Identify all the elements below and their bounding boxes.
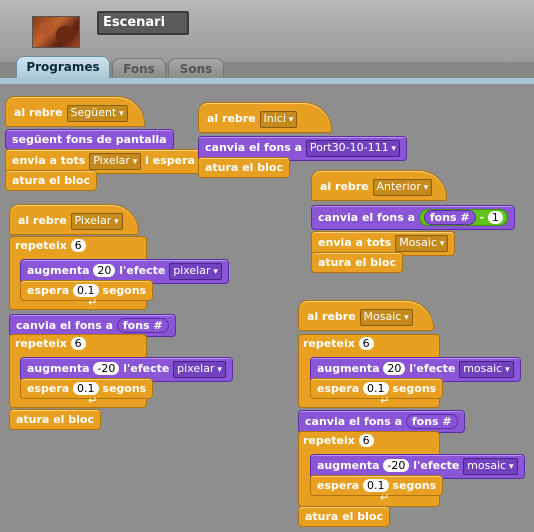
block-label: repeteix [15,239,67,252]
hat-label: al rebre [207,112,256,125]
wait-block[interactable]: espera 0.1 segons [20,280,154,301]
number-input[interactable]: -20 [93,362,120,375]
repeat-count-input[interactable]: 6 [358,337,374,350]
repeat-count-input[interactable]: 6 [70,239,86,252]
block-label: segons [392,382,437,395]
background-dropdown[interactable]: Port30-10-111 [305,140,400,157]
tab-bar: Programes Fons Sons [0,56,534,81]
hat-label: al rebre [14,106,63,119]
block-label: atura el bloc [16,413,94,426]
block-label: segons [392,479,437,492]
block-label: atura el bloc [305,510,383,523]
effect-dropdown[interactable]: pixelar [169,263,222,280]
switch-background-block[interactable]: canvia el fons a fons # [298,410,465,433]
when-receive-hat[interactable]: al rebre Pixelar [9,204,139,235]
repeat-count-input[interactable]: 6 [70,337,86,350]
block-label: envia a tots [12,154,86,167]
block-label: següent fons de pantalla [12,133,167,146]
block-label: espera [317,479,360,492]
message-dropdown[interactable]: Següent [66,105,128,122]
background-number-reporter[interactable]: fons # [405,414,458,429]
when-receive-hat[interactable]: al rebre Mosaic [298,300,434,331]
stop-script-block[interactable]: atura el bloc [9,409,101,430]
background-number-reporter[interactable]: fons # [423,210,476,225]
block-label: augmenta [27,264,90,277]
block-label: canvia el fons a [318,211,416,224]
tab-sounds[interactable]: Sons [168,58,224,79]
message-dropdown[interactable]: Pixelar [70,213,123,230]
next-background-block[interactable]: següent fons de pantalla [5,129,174,150]
repeat-header: repeteix 6 [303,434,374,447]
message-dropdown[interactable]: Mosaic [395,235,449,252]
block-label: segons [102,382,147,395]
loop-arrow-icon: ↵ [380,394,390,407]
message-dropdown[interactable]: Anterior [372,179,433,196]
number-input[interactable]: -20 [383,459,410,472]
block-label: repeteix [303,337,355,350]
message-dropdown[interactable]: Mosaic [359,309,413,326]
number-input[interactable]: 20 [383,362,406,375]
block-label: augmenta [317,459,380,472]
wait-block[interactable]: espera 0.1 segons [20,378,154,399]
repeat-header: repeteix 6 [15,337,86,350]
sprite-name-field[interactable]: Escenari [97,11,189,35]
hat-label: al rebre [307,310,356,323]
block-label: l'efecte [119,264,166,277]
effect-dropdown[interactable]: mosaic [463,458,518,475]
when-receive-hat[interactable]: al rebre Inici [198,102,332,133]
switch-background-block[interactable]: canvia el fons a fons # - 1 [311,205,515,230]
block-label: envia a tots [318,236,392,249]
loop-arrow-icon: ↵ [88,394,98,407]
operator-symbol: - [479,211,485,224]
stop-script-block[interactable]: atura el bloc [198,157,290,178]
block-label: canvia el fons a [16,319,114,332]
block-label: augmenta [317,362,380,375]
block-label: atura el bloc [205,161,283,174]
number-input[interactable]: 20 [93,264,116,277]
block-label: l'efecte [123,362,170,375]
block-label: l'efecte [413,459,460,472]
loop-arrow-icon: ↵ [88,296,98,309]
wait-block[interactable]: espera 0.1 segons [310,475,444,496]
block-label: segons [102,284,147,297]
block-label: augmenta [27,362,90,375]
message-dropdown[interactable]: Inici [259,111,298,128]
scripts-area[interactable]: al rebre Següent següent fons de pantall… [0,84,534,532]
block-label: espera [27,382,70,395]
number-input[interactable]: 1 [487,211,503,224]
loop-arrow-icon: ↵ [380,491,390,504]
tab-backgrounds[interactable]: Fons [112,58,166,79]
when-receive-hat[interactable]: al rebre Anterior [311,170,447,201]
block-label: atura el bloc [318,256,396,269]
stop-script-block[interactable]: atura el bloc [298,506,390,527]
block-label: atura el bloc [12,174,90,187]
background-number-reporter[interactable]: fons # [116,318,169,333]
block-label: canvia el fons a [305,415,403,428]
message-dropdown[interactable]: Pixelar [89,153,142,170]
repeat-count-input[interactable]: 6 [358,434,374,447]
effect-dropdown[interactable]: pixelar [173,361,226,378]
block-label: i espera [145,154,195,167]
effect-dropdown[interactable]: mosaic [459,361,514,378]
block-label: l'efecte [409,362,456,375]
hat-label: al rebre [18,214,67,227]
subtract-operator[interactable]: fons # - 1 [418,209,508,226]
when-receive-hat[interactable]: al rebre Següent [5,96,145,127]
repeat-header: repeteix 6 [303,337,374,350]
block-label: espera [27,284,70,297]
wait-block[interactable]: espera 0.1 segons [310,378,444,399]
repeat-header: repeteix 6 [15,239,86,252]
block-label: espera [317,382,360,395]
hat-label: al rebre [320,180,369,193]
stop-script-block[interactable]: atura el bloc [311,252,403,273]
stop-script-block[interactable]: atura el bloc [5,170,97,191]
block-label: repeteix [303,434,355,447]
block-label: repeteix [15,337,67,350]
sprite-header: Escenari [0,0,534,62]
block-label: canvia el fons a [205,141,303,154]
stage-thumbnail[interactable] [32,16,80,48]
